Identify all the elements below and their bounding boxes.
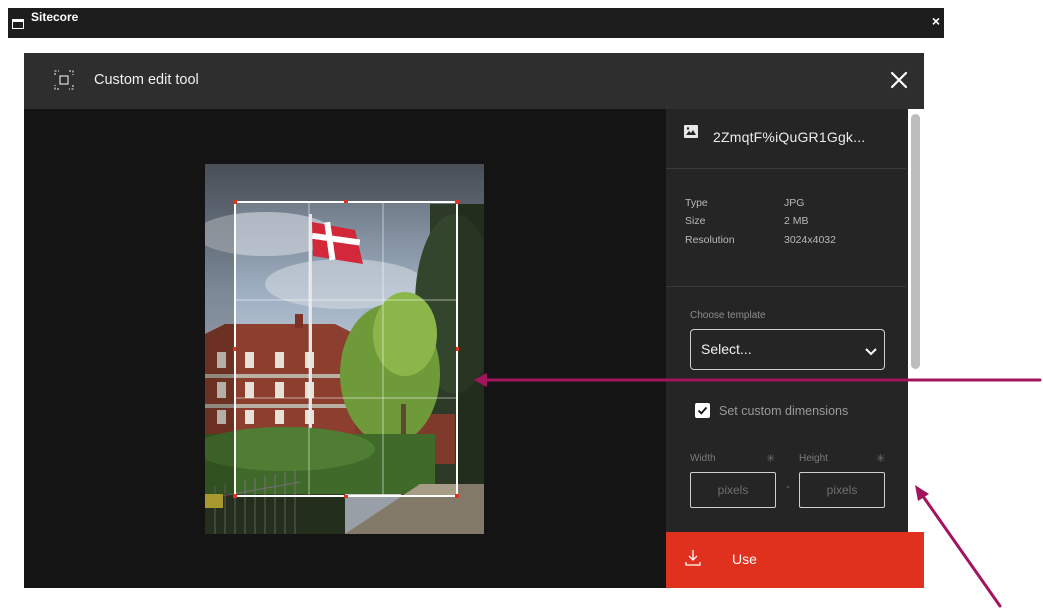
meta-size-value: 2 MB [784, 215, 809, 227]
meta-size-label: Size [685, 215, 706, 227]
chevron-down-icon [865, 348, 877, 356]
window-close-button[interactable]: × [932, 14, 940, 28]
use-button[interactable]: Use [666, 532, 924, 588]
scrollbar-thumb[interactable] [911, 114, 920, 369]
screenshot-stage: Sitecore × Custom edit tool 2ZmqtF%iQuGR… [0, 0, 1043, 611]
meta-type-label: Type [685, 197, 708, 209]
dialog-close-icon[interactable] [886, 67, 912, 93]
file-metadata: Type JPG Size 2 MB Resolution 3024x4032 [666, 169, 906, 287]
dialog-header: Custom edit tool [24, 53, 924, 109]
meta-resolution-label: Resolution [685, 234, 735, 246]
photo-preview [205, 164, 484, 534]
file-name: 2ZmqtF%iQuGR1Ggk... [713, 129, 866, 145]
file-name-row: 2ZmqtF%iQuGR1Ggk... [666, 109, 906, 169]
height-input[interactable] [799, 472, 885, 508]
window-icon [12, 19, 24, 29]
custom-dimensions-checkbox[interactable] [695, 403, 710, 418]
details-sidebar: 2ZmqtF%iQuGR1Ggk... Type JPG Size 2 MB R… [666, 109, 924, 588]
width-input[interactable] [690, 472, 776, 508]
image-canvas [24, 109, 666, 588]
template-select-value: Select... [701, 341, 752, 357]
download-icon [685, 550, 701, 566]
image-icon [684, 125, 698, 138]
height-label: Height [799, 453, 828, 464]
custom-edit-dialog: Custom edit tool 2ZmqtF%iQuGR1Ggk... Typ… [24, 53, 924, 588]
annotation-arrow-diagonal [918, 490, 1002, 608]
custom-dimensions-label: Set custom dimensions [719, 404, 849, 418]
meta-type-value: JPG [784, 197, 805, 209]
window-title: Sitecore [31, 10, 79, 24]
window-titlebar: Sitecore × [8, 8, 944, 38]
dialog-title: Custom edit tool [94, 72, 199, 88]
width-required-mark: ✳ [766, 453, 776, 465]
crop-icon [54, 70, 74, 90]
template-select[interactable]: Select... [690, 329, 885, 370]
dimension-separator: - [786, 481, 790, 493]
sidebar-scrollbar[interactable] [908, 109, 924, 532]
use-button-label: Use [732, 551, 757, 567]
height-required-mark: ✳ [876, 453, 886, 465]
checkmark-icon [697, 406, 708, 415]
meta-resolution-value: 3024x4032 [784, 234, 836, 246]
template-label: Choose template [690, 310, 766, 321]
width-label: Width [690, 453, 716, 464]
